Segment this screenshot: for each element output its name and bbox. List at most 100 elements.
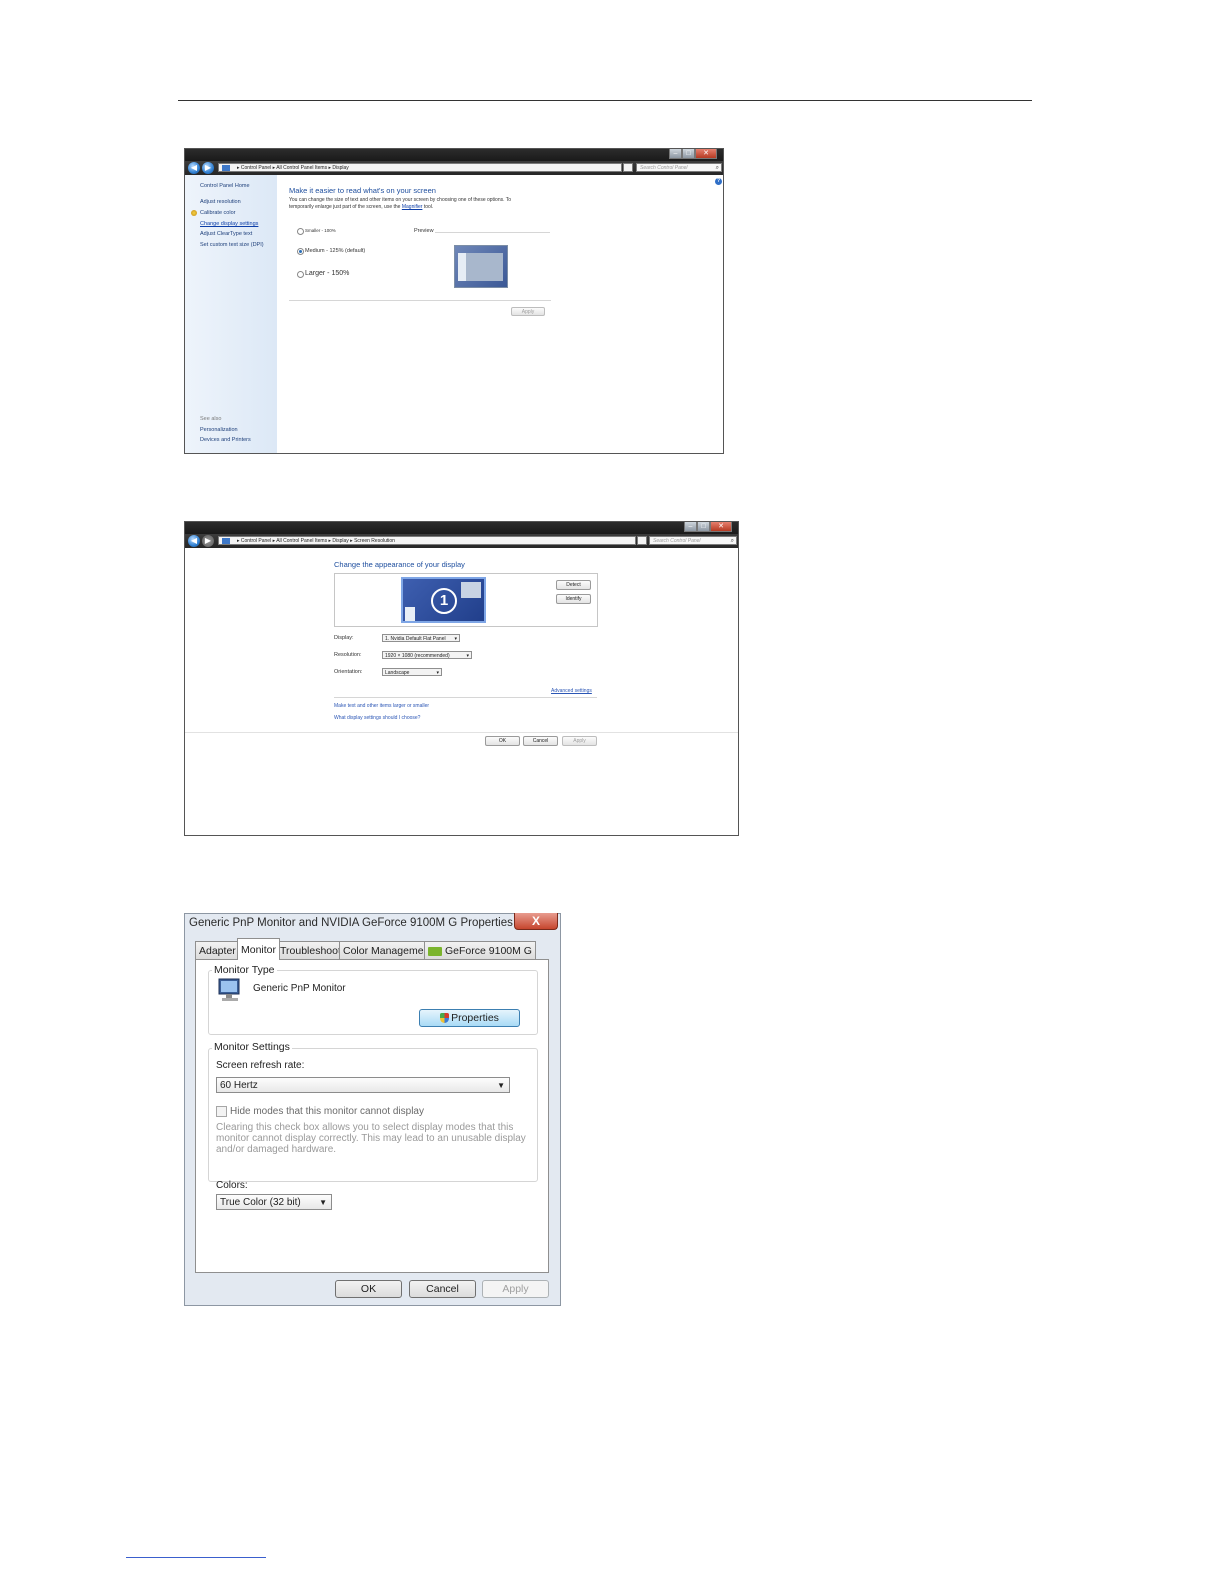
colors-dropdown[interactable]: True Color (32 bit) ▼ bbox=[216, 1194, 332, 1210]
tab-troubleshoot[interactable]: Troubleshoot bbox=[276, 941, 345, 959]
sidebar-item-cleartype[interactable]: Adjust ClearType text bbox=[200, 231, 252, 237]
dropdown-arrow-icon: ▼ bbox=[497, 1081, 505, 1090]
identify-button[interactable]: Identify bbox=[556, 594, 591, 604]
monitor-type-legend: Monitor Type bbox=[212, 964, 277, 976]
cancel-button[interactable]: Cancel bbox=[409, 1280, 476, 1298]
breadcrumb-item[interactable]: Display bbox=[332, 165, 348, 171]
display-window: – □ ✕ ◀ ▶ ▸ Control Panel ▸ All Control … bbox=[184, 148, 724, 454]
dropdown-arrow-icon: ▾ bbox=[466, 653, 469, 659]
advanced-settings-link[interactable]: Advanced settings bbox=[551, 688, 592, 694]
monitor-properties-dialog: Generic PnP Monitor and NVIDIA GeForce 9… bbox=[184, 913, 561, 1306]
forward-icon[interactable]: ▶ bbox=[202, 162, 214, 174]
refresh-icon[interactable] bbox=[637, 536, 647, 545]
tab-panel-monitor: Monitor Type Generic PnP Monitor Propert… bbox=[195, 959, 549, 1273]
preview-image bbox=[454, 245, 508, 288]
resolution-label: Resolution: bbox=[334, 652, 362, 658]
close-button[interactable]: ✕ bbox=[710, 522, 732, 532]
radio-larger[interactable] bbox=[297, 271, 304, 278]
refresh-rate-dropdown[interactable]: 60 Hertz ▼ bbox=[216, 1077, 510, 1093]
tab-geforce[interactable]: GeForce 9100M G bbox=[424, 941, 536, 959]
monitor-1-tile[interactable]: 1 bbox=[401, 577, 486, 623]
refresh-icon[interactable] bbox=[623, 163, 633, 172]
address-bar-row: ◀ ▶ ▸ Control Panel ▸ All Control Panel … bbox=[185, 534, 738, 548]
colors-label: Colors: bbox=[216, 1180, 248, 1191]
breadcrumb-item[interactable]: Screen Resolution bbox=[354, 538, 395, 544]
address-field[interactable]: ▸ Control Panel ▸ All Control Panel Item… bbox=[218, 536, 636, 545]
uac-shield-icon bbox=[440, 1013, 450, 1024]
help-icon[interactable]: ? bbox=[715, 178, 722, 185]
maximize-button[interactable]: □ bbox=[682, 149, 695, 159]
apply-button[interactable]: Apply bbox=[562, 736, 597, 746]
display-dropdown[interactable]: 1. Nvidia Default Flat Panel ▾ bbox=[382, 634, 460, 642]
refresh-rate-label: Screen refresh rate: bbox=[216, 1060, 305, 1071]
search-input[interactable]: Search Control Panel ⌕ bbox=[636, 163, 722, 172]
orientation-value: Landscape bbox=[385, 670, 410, 676]
apply-button[interactable]: Apply bbox=[482, 1280, 549, 1298]
ok-button[interactable]: OK bbox=[335, 1280, 402, 1298]
tab-monitor[interactable]: Monitor bbox=[237, 938, 281, 960]
properties-label: Properties bbox=[451, 1012, 499, 1024]
control-panel-icon bbox=[222, 165, 230, 171]
address-field[interactable]: ▸ Control Panel ▸ All Control Panel Item… bbox=[218, 163, 622, 172]
page-title: Change the appearance of your display bbox=[334, 560, 465, 569]
preview-sidebar bbox=[458, 253, 466, 281]
breadcrumb-item[interactable]: Control Panel bbox=[241, 165, 271, 171]
content-divider bbox=[334, 697, 597, 698]
ok-button[interactable]: OK bbox=[485, 736, 520, 746]
description-line-1: You can change the size of text and othe… bbox=[289, 197, 512, 203]
preview-label: Preview bbox=[414, 228, 434, 234]
back-icon[interactable]: ◀ bbox=[188, 535, 200, 547]
display-value: 1. Nvidia Default Flat Panel bbox=[385, 636, 446, 642]
close-button[interactable]: X bbox=[514, 913, 558, 930]
breadcrumb-item[interactable]: All Control Panel Items bbox=[276, 165, 327, 171]
orientation-label: Orientation: bbox=[334, 669, 363, 675]
sidebar-item-change-display-settings[interactable]: Change display settings bbox=[200, 221, 258, 227]
maximize-button[interactable]: □ bbox=[697, 522, 710, 532]
resolution-dropdown[interactable]: 1920 × 1080 (recommended) ▾ bbox=[382, 651, 472, 659]
display-settings-help-link[interactable]: What display settings should I choose? bbox=[334, 715, 420, 721]
window-controls: – □ ✕ bbox=[684, 522, 732, 532]
hide-modes-checkbox[interactable] bbox=[216, 1106, 227, 1117]
close-button[interactable]: ✕ bbox=[695, 149, 717, 159]
hide-modes-label: Hide modes that this monitor cannot disp… bbox=[230, 1106, 424, 1117]
search-icon[interactable]: ⌕ bbox=[716, 164, 719, 171]
sidebar-item-personalization[interactable]: Personalization bbox=[200, 427, 238, 433]
cancel-button[interactable]: Cancel bbox=[523, 736, 558, 746]
forward-icon[interactable]: ▶ bbox=[202, 535, 214, 547]
colors-value: True Color (32 bit) bbox=[220, 1197, 301, 1208]
sidebar-item-devices-printers[interactable]: Devices and Printers bbox=[200, 437, 251, 443]
search-icon[interactable]: ⌕ bbox=[731, 537, 734, 544]
address-bar-row: ◀ ▶ ▸ Control Panel ▸ All Control Panel … bbox=[185, 161, 723, 175]
magnifier-link[interactable]: Magnifier bbox=[402, 204, 423, 210]
dropdown-arrow-icon: ▾ bbox=[436, 670, 439, 676]
minimize-button[interactable]: – bbox=[669, 149, 682, 159]
sidebar-item-custom-dpi[interactable]: Set custom text size (DPI) bbox=[200, 242, 264, 248]
screen-resolution-window: – □ ✕ ◀ ▶ ▸ Control Panel ▸ All Control … bbox=[184, 521, 739, 836]
tab-color-management[interactable]: Color Management bbox=[339, 941, 437, 959]
orientation-dropdown[interactable]: Landscape ▾ bbox=[382, 668, 442, 676]
page-top-rule bbox=[178, 100, 1032, 101]
sidebar-home[interactable]: Control Panel Home bbox=[200, 183, 250, 189]
search-input[interactable]: Search Control Panel ⌕ bbox=[649, 536, 737, 545]
sidebar-item-calibrate-color[interactable]: Calibrate color bbox=[200, 210, 235, 216]
sidebar-item-adjust-resolution[interactable]: Adjust resolution bbox=[200, 199, 241, 205]
footnote-rule bbox=[126, 1557, 266, 1558]
detect-button[interactable]: Detect bbox=[556, 580, 591, 590]
control-panel-icon bbox=[222, 538, 230, 544]
back-icon[interactable]: ◀ bbox=[188, 162, 200, 174]
title-bar: – □ ✕ bbox=[185, 522, 738, 534]
description-line-2: temporarily enlarge just part of the scr… bbox=[289, 204, 433, 211]
radio-smaller[interactable] bbox=[297, 228, 304, 235]
window-controls: – □ ✕ bbox=[669, 149, 717, 159]
breadcrumb-item[interactable]: Display bbox=[332, 538, 348, 544]
apply-button[interactable]: Apply bbox=[511, 307, 545, 316]
dropdown-arrow-icon: ▼ bbox=[319, 1198, 327, 1207]
monitor-properties-button[interactable]: Properties bbox=[419, 1009, 520, 1027]
text-size-link[interactable]: Make text and other items larger or smal… bbox=[334, 703, 429, 709]
minimize-button[interactable]: – bbox=[684, 522, 697, 532]
breadcrumb-item[interactable]: Control Panel bbox=[241, 538, 271, 544]
tab-adapter[interactable]: Adapter bbox=[195, 941, 240, 959]
radio-medium[interactable] bbox=[297, 248, 304, 255]
content-divider bbox=[289, 300, 551, 301]
breadcrumb-item[interactable]: All Control Panel Items bbox=[276, 538, 327, 544]
